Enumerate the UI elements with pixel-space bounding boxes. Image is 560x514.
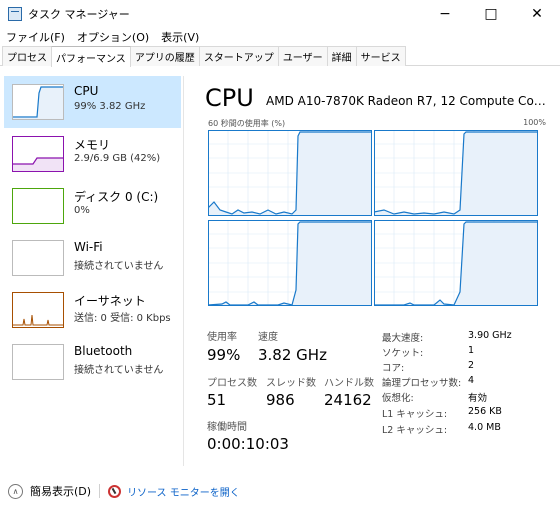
processes-label: プロセス数	[207, 378, 257, 389]
utilization-value: 99%	[207, 346, 241, 364]
tab-app-history[interactable]: アプリの履歴	[129, 46, 200, 66]
memory-thumbnail	[12, 136, 64, 172]
utilization-label: 使用率	[207, 332, 237, 343]
tab-processes[interactable]: プロセス	[2, 46, 52, 66]
tab-performance[interactable]: パフォーマンス	[51, 46, 131, 67]
menu-file[interactable]: ファイル(F)	[6, 29, 65, 45]
graph-axis-max: 100%	[523, 118, 546, 127]
tab-services[interactable]: サービス	[355, 46, 406, 66]
window-controls: − □ ✕	[422, 0, 560, 28]
sidebar-item-ethernet[interactable]: イーサネット 送信: 0 受信: 0 Kbps	[4, 284, 181, 336]
resource-monitor-icon[interactable]	[108, 484, 122, 498]
resource-sidebar: CPU 99% 3.82 GHz メモリ 2.9/6.9 GB (42%) ディ…	[0, 76, 184, 466]
detail-value: 4	[468, 375, 475, 386]
detail-value: 256 KB	[468, 406, 502, 417]
task-manager-icon	[8, 7, 22, 21]
sidebar-item-label: ディスク 0 (C:)	[74, 190, 159, 204]
tab-users[interactable]: ユーザー	[277, 46, 328, 66]
sidebar-item-memory[interactable]: メモリ 2.9/6.9 GB (42%)	[4, 128, 181, 180]
graph-axis-label: 60 秒間の使用率 (%)	[208, 119, 286, 128]
wifi-thumbnail	[12, 240, 64, 276]
close-button[interactable]: ✕	[514, 0, 560, 28]
menu-view[interactable]: 表示(V)	[161, 29, 199, 45]
sidebar-item-value: 接続されていません	[74, 365, 164, 376]
cpu-graph-core-0	[208, 130, 372, 216]
sidebar-item-value: 接続されていません	[74, 261, 164, 272]
minimize-button[interactable]: −	[422, 0, 468, 28]
footer-bar: ∧ 簡易表示(D) リソース モニターを開く	[0, 478, 560, 504]
detail-value: 1	[468, 345, 475, 356]
footer-divider	[99, 484, 101, 498]
sidebar-item-label: Bluetooth	[74, 344, 133, 358]
page-title: CPU	[205, 84, 254, 112]
cpu-graph-core-3	[374, 220, 538, 306]
sidebar-item-label: メモリ	[74, 138, 111, 152]
detail-label: 最大速度:	[382, 333, 424, 344]
sidebar-item-label: CPU	[74, 84, 99, 98]
sidebar-item-wifi[interactable]: Wi-Fi 接続されていません	[4, 232, 181, 284]
threads-value: 986	[266, 391, 295, 409]
detail-label: コア:	[382, 363, 405, 374]
cpu-thumbnail	[12, 84, 64, 120]
tab-startup[interactable]: スタートアップ	[198, 46, 279, 66]
sidebar-item-value: 送信: 0 受信: 0 Kbps	[74, 313, 171, 324]
speed-label: 速度	[258, 332, 278, 343]
fewer-details-button[interactable]: 簡易表示(D)	[30, 483, 91, 499]
detail-label: ソケット:	[382, 348, 424, 359]
cpu-panel: CPU AMD A10-7870K Radeon R7, 12 Compute …	[200, 80, 554, 470]
sidebar-item-cpu[interactable]: CPU 99% 3.82 GHz	[4, 76, 181, 128]
tab-bar: プロセス パフォーマンス アプリの履歴 スタートアップ ユーザー 詳細 サービス	[0, 46, 560, 67]
resource-monitor-link[interactable]: リソース モニターを開く	[127, 484, 240, 499]
uptime-value: 0:00:10:03	[207, 435, 289, 453]
threads-label: スレッド数	[266, 378, 316, 389]
bluetooth-thumbnail	[12, 344, 64, 380]
handles-value: 24162	[324, 391, 372, 409]
sidebar-item-value: 2.9/6.9 GB (42%)	[74, 153, 161, 164]
sidebar-item-disk[interactable]: ディスク 0 (C:) 0%	[4, 180, 181, 232]
menu-options[interactable]: オプション(O)	[77, 29, 149, 45]
sidebar-item-value: 99% 3.82 GHz	[74, 101, 146, 112]
processes-value: 51	[207, 391, 227, 409]
detail-value: 2	[468, 360, 475, 371]
chevron-up-icon[interactable]: ∧	[8, 483, 23, 499]
menu-bar: ファイル(F) オプション(O) 表示(V)	[0, 28, 560, 46]
speed-value: 3.82 GHz	[258, 346, 327, 364]
cpu-graph-core-1	[374, 130, 538, 216]
tab-details[interactable]: 詳細	[326, 46, 357, 66]
detail-label: 論理プロセッサ数:	[382, 378, 462, 389]
cpu-graph-core-2	[208, 220, 372, 306]
sidebar-item-label: Wi-Fi	[74, 240, 103, 254]
detail-label: 仮想化:	[382, 393, 414, 404]
detail-value: 有効	[468, 393, 488, 404]
detail-value: 4.0 MB	[468, 422, 501, 433]
uptime-label: 稼働時間	[207, 422, 247, 433]
detail-label: L1 キャッシュ:	[382, 409, 448, 420]
title-bar: タスク マネージャー − □ ✕	[0, 0, 560, 28]
detail-label: L2 キャッシュ:	[382, 425, 448, 436]
ethernet-thumbnail	[12, 292, 64, 328]
window-title: タスク マネージャー	[28, 8, 130, 21]
maximize-button[interactable]: □	[468, 0, 514, 28]
sidebar-item-label: イーサネット	[74, 294, 146, 308]
disk-thumbnail	[12, 188, 64, 224]
sidebar-item-bluetooth[interactable]: Bluetooth 接続されていません	[4, 336, 181, 388]
sidebar-item-value: 0%	[74, 205, 90, 216]
detail-value: 3.90 GHz	[468, 330, 512, 341]
handles-label: ハンドル数	[324, 378, 374, 389]
cpu-model: AMD A10-7870K Radeon R7, 12 Compute Core…	[266, 94, 548, 108]
